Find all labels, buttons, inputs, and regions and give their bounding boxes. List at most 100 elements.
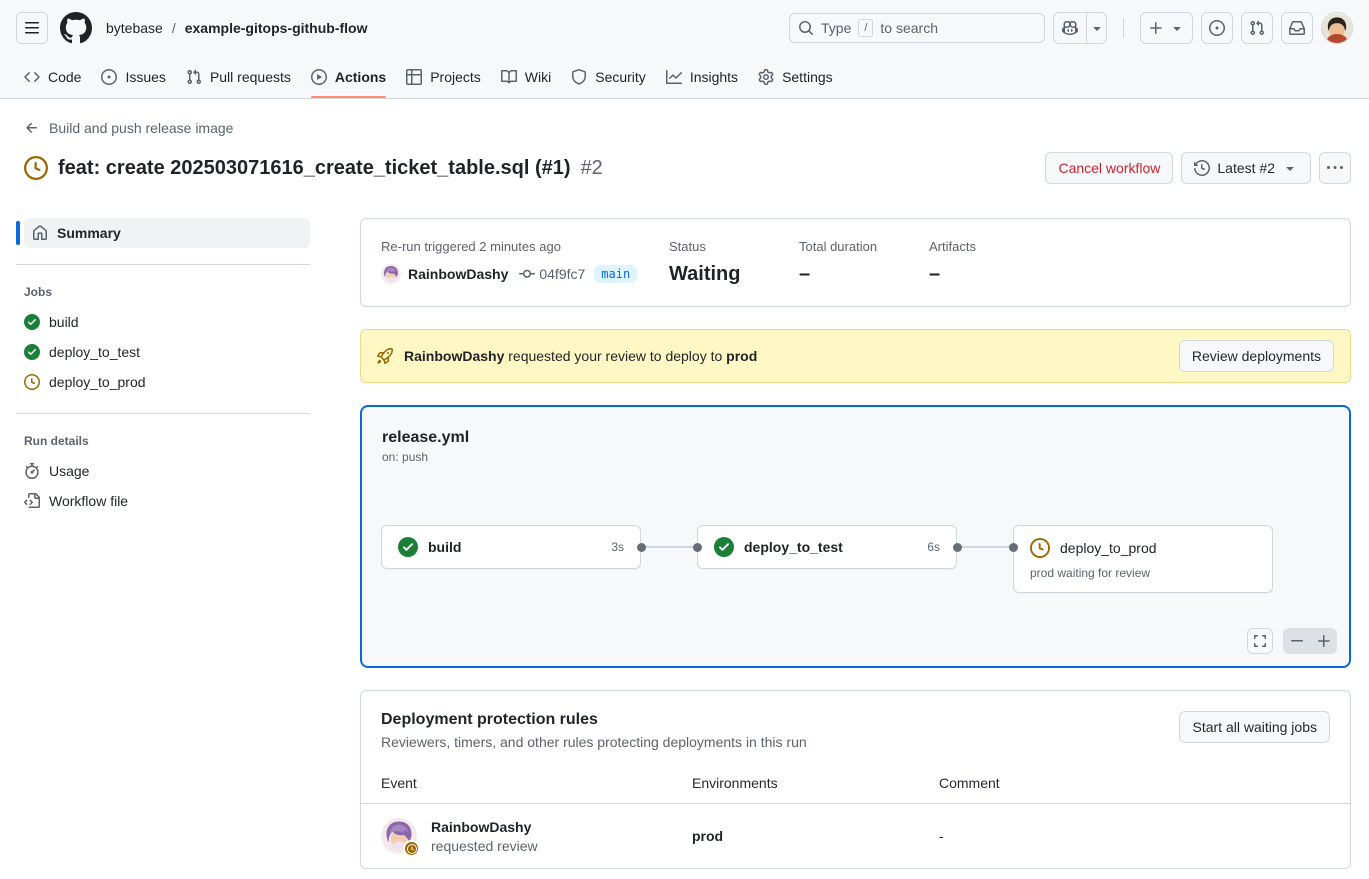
edge-dot [953,543,962,552]
event-cell: RainbowDashy requested review [381,818,692,854]
code-icon [24,69,40,85]
tab-security[interactable]: Security [563,56,654,98]
copilot-button[interactable] [1054,13,1086,43]
zoom-out-button[interactable] [1283,628,1310,654]
sidebar-item-summary[interactable]: Summary [24,218,310,248]
issues-button[interactable] [1201,12,1233,44]
search-placeholder-rest: to search [880,20,938,36]
success-check-icon [398,537,418,557]
tab-label: Pull requests [210,69,291,85]
review-deployments-button[interactable]: Review deployments [1179,340,1334,372]
latest-run-dropdown[interactable]: Latest #2 [1181,152,1311,184]
trigger-info: Re-run triggered 2 minutes ago RainbowDa… [381,239,669,286]
projects-icon [406,69,422,85]
protection-rules-card: Deployment protection rules Reviewers, t… [360,690,1351,869]
reviewer-name-link[interactable]: RainbowDashy [431,819,531,835]
zoom-in-button[interactable] [1310,628,1337,654]
fullscreen-button[interactable] [1247,628,1273,654]
repo-nav: Code Issues Pull requests Actions Projec… [0,56,1369,98]
waiting-clock-icon [1030,538,1050,558]
user-avatar[interactable] [1321,12,1353,44]
success-check-icon [24,314,40,330]
waiting-clock-badge-icon [403,840,420,857]
zoom-in-icon [1316,633,1332,649]
search-placeholder-word: Type [821,20,851,36]
hamburger-menu-button[interactable] [16,12,48,44]
actor-avatar-image [381,264,401,284]
sidebar-job-deploy-to-prod[interactable]: deploy_to_prod [16,367,310,397]
tab-pull-requests[interactable]: Pull requests [178,56,299,98]
commit-ref: 04f9fc7 [519,266,585,282]
breadcrumb-repo-link[interactable]: example-gitops-github-flow [185,20,368,36]
search-input[interactable]: Type / to search [789,13,1045,43]
copilot-icon [1062,20,1078,36]
actions-icon [311,69,327,85]
topbar-divider [1123,18,1124,38]
edge-dot [637,543,646,552]
commit-sha-link[interactable]: 04f9fc7 [539,266,585,282]
run-options-button[interactable] [1319,152,1351,184]
summary-label: Summary [57,225,121,241]
tab-wiki[interactable]: Wiki [493,56,559,98]
workflow-file-icon [24,493,40,509]
create-new-button[interactable] [1140,12,1193,44]
back-to-workflow-link[interactable]: Build and push release image [24,120,233,136]
content-grid: Summary Jobs build deploy_to_test deploy… [0,218,1369,869]
usage-icon [24,463,40,479]
inbox-button[interactable] [1281,12,1313,44]
job-label: deploy_to_test [49,344,140,360]
rocket-icon [377,348,393,364]
column-header-comment: Comment [939,775,1330,791]
zoom-out-icon [1289,633,1305,649]
breadcrumb-owner-link[interactable]: bytebase [106,20,163,36]
github-topbar: bytebase / example-gitops-github-flow Ty… [0,0,1369,99]
tab-label: Wiki [525,69,551,85]
graph-node-deploy-to-prod[interactable]: deploy_to_prod prod waiting for review [1013,525,1273,593]
sidebar-item-workflow-file[interactable]: Workflow file [16,486,310,516]
copilot-split-button [1053,12,1107,44]
edge-dot [693,543,702,552]
branch-badge[interactable]: main [594,265,637,283]
run-actions: Cancel workflow Latest #2 [1045,152,1351,184]
pull-requests-button[interactable] [1241,12,1273,44]
tab-insights[interactable]: Insights [658,56,746,98]
column-header-environments: Environments [692,775,939,791]
tab-projects[interactable]: Projects [398,56,489,98]
duration-stat: Total duration – [799,239,929,286]
issues-icon [101,69,117,85]
protection-rules-titles: Deployment protection rules Reviewers, t… [381,711,807,750]
breadcrumb: bytebase / example-gitops-github-flow [106,20,367,36]
run-sidebar: Summary Jobs build deploy_to_test deploy… [16,218,310,516]
banner-user: RainbowDashy [404,348,504,364]
plus-icon [1148,20,1164,36]
github-logo[interactable] [60,12,92,44]
protection-rules-subtitle: Reviewers, timers, and other rules prote… [381,734,807,750]
cancel-workflow-button[interactable]: Cancel workflow [1045,152,1173,184]
tab-code[interactable]: Code [16,56,89,98]
run-number: #2 [581,157,603,180]
usage-label: Usage [49,463,89,479]
graph-node-deploy-to-test[interactable]: deploy_to_test 6s [697,525,957,569]
workflow-trigger: on: push [382,450,1329,464]
tab-label: Insights [690,69,738,85]
sidebar-job-deploy-to-test[interactable]: deploy_to_test [16,337,310,367]
tab-settings[interactable]: Settings [750,56,841,98]
actor-name-link[interactable]: RainbowDashy [408,266,508,282]
sidebar-job-build[interactable]: build [16,307,310,337]
node-duration: 3s [611,540,624,554]
settings-icon [758,69,774,85]
start-all-waiting-jobs-button[interactable]: Start all waiting jobs [1179,711,1330,743]
sidebar-item-usage[interactable]: Usage [16,456,310,486]
copilot-dropdown-button[interactable] [1086,13,1106,43]
graph-node-build[interactable]: build 3s [381,525,641,569]
hamburger-icon [24,20,40,36]
page-title: feat: create 202503071616_create_ticket_… [58,157,571,180]
tab-actions[interactable]: Actions [303,56,394,98]
run-header: Build and push release image feat: creat… [0,99,1369,184]
actor-avatar[interactable] [381,264,401,284]
banner-text: RainbowDashy requested your review to de… [404,348,757,364]
tab-issues[interactable]: Issues [93,56,173,98]
inbox-icon [1289,20,1305,36]
protection-rules-header: Deployment protection rules Reviewers, t… [361,711,1350,750]
node-subtext: prod waiting for review [1030,566,1256,580]
